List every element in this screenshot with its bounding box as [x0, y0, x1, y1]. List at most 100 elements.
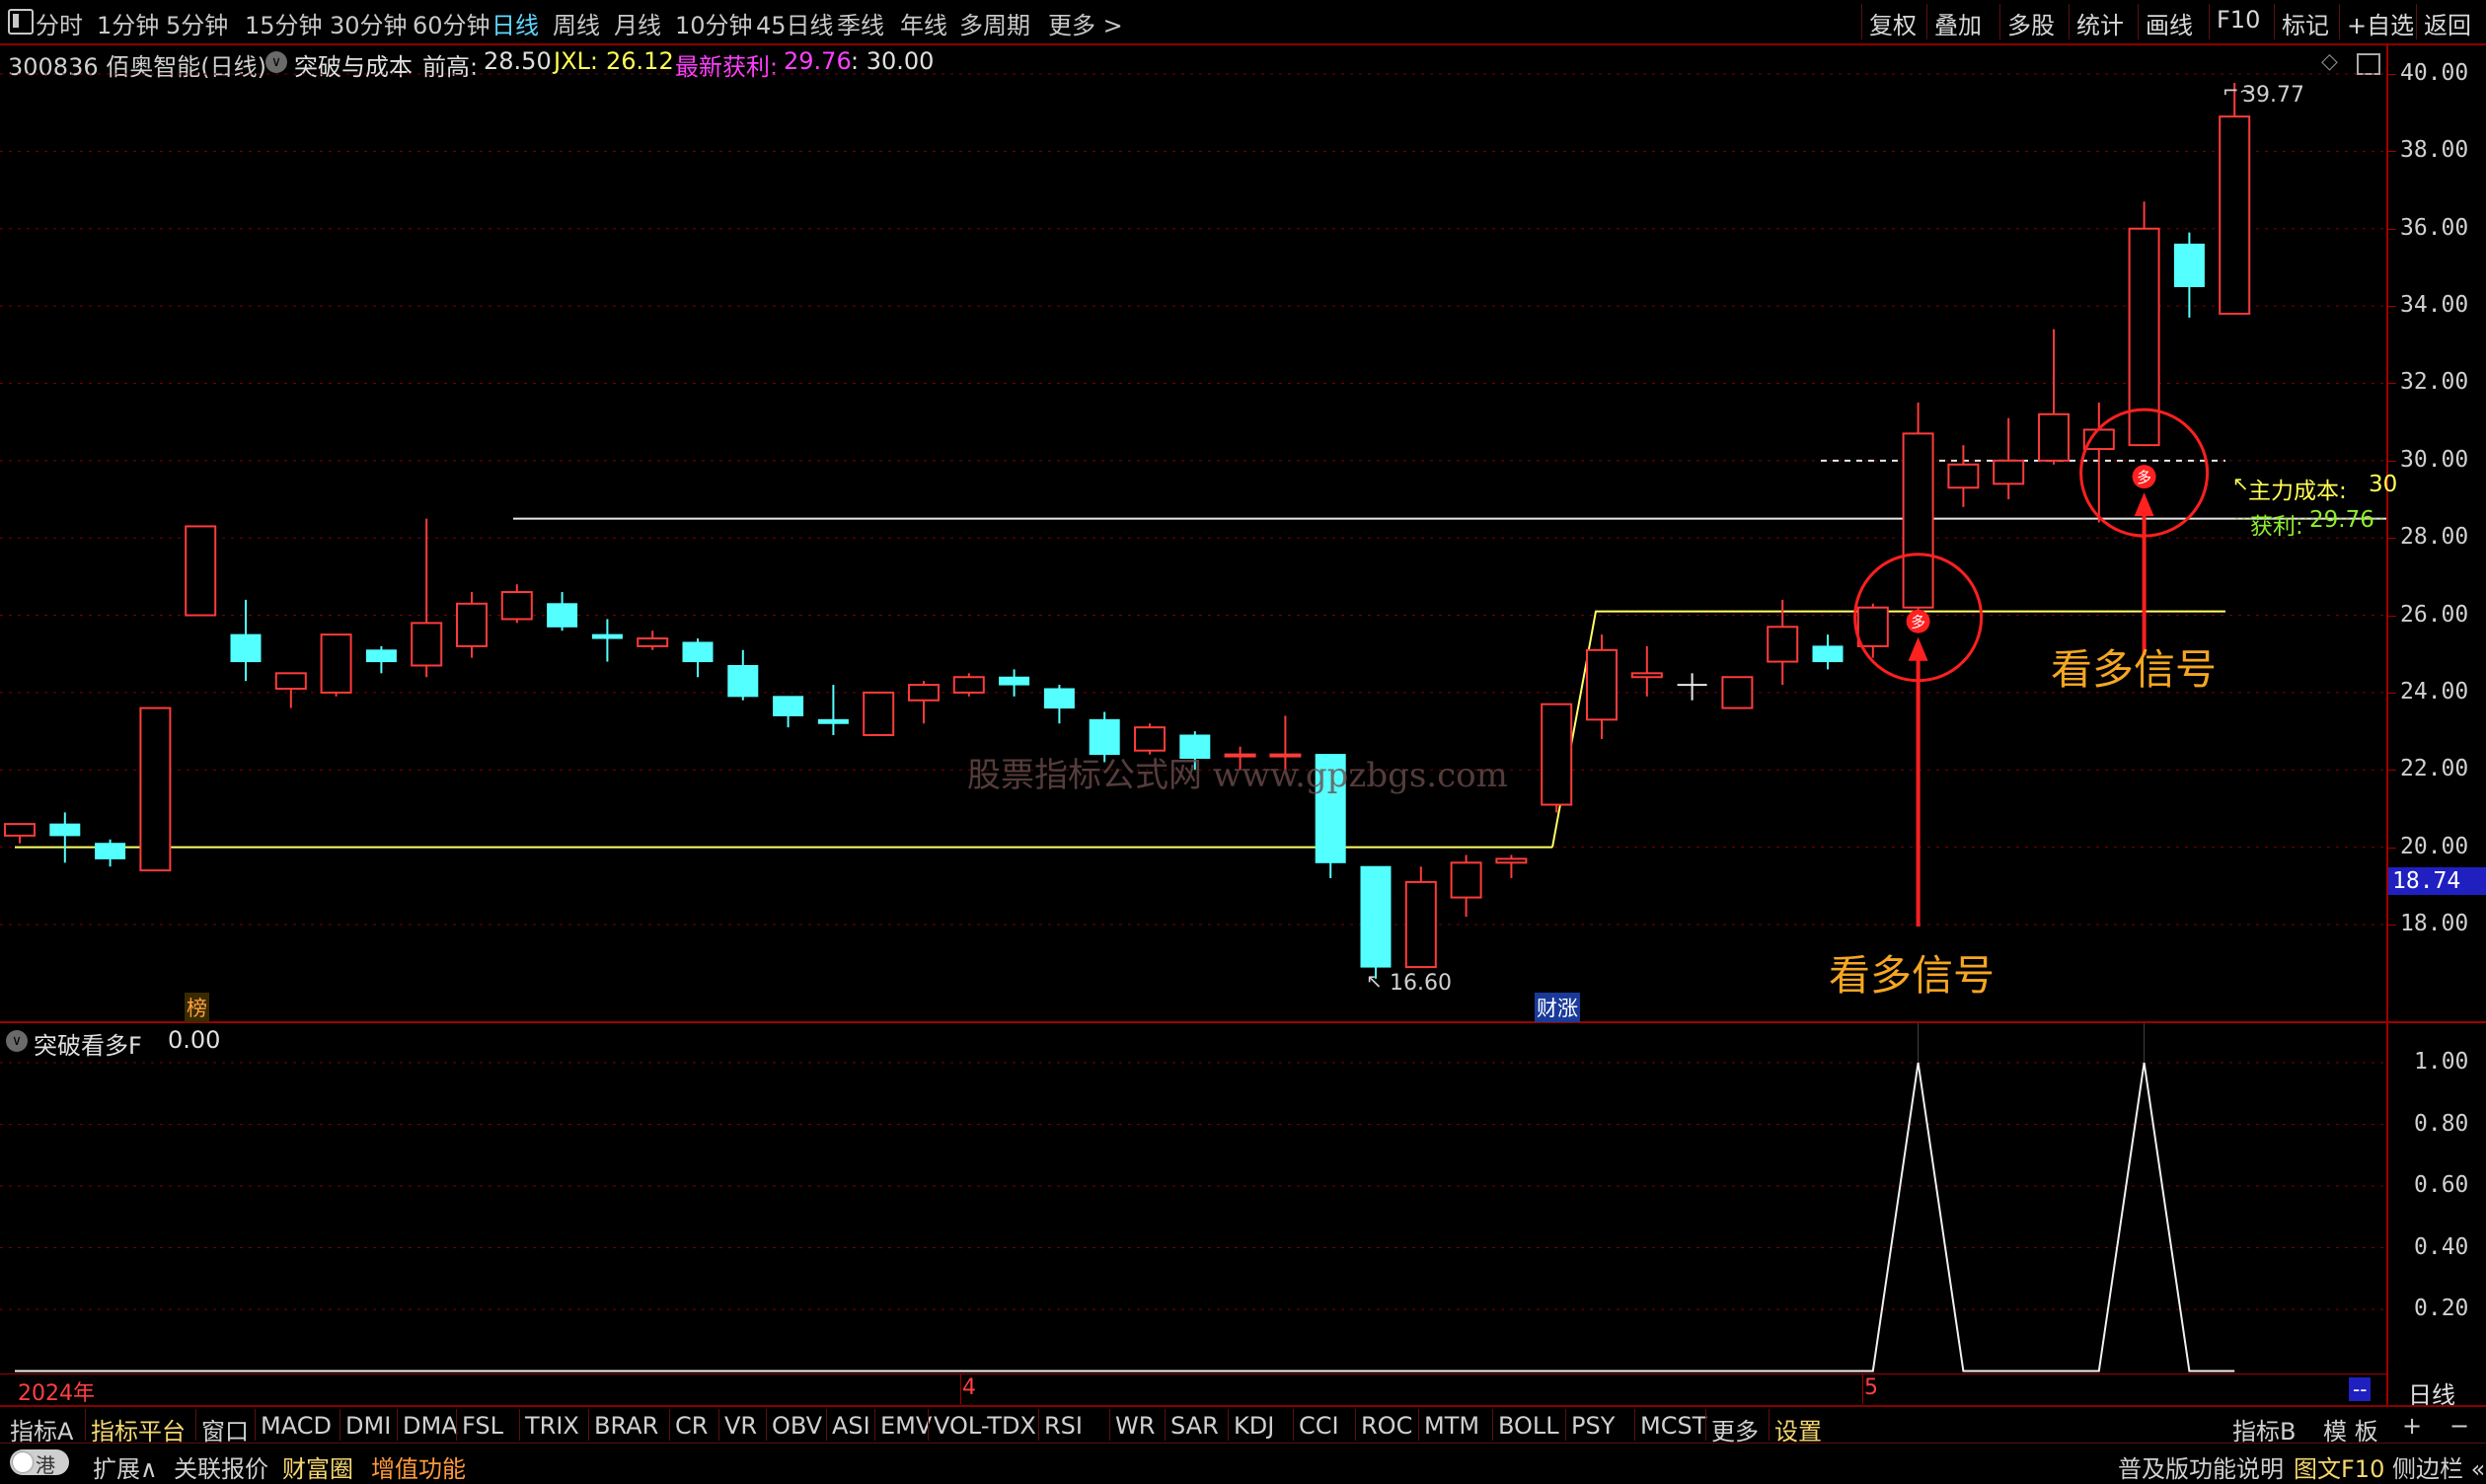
- candle[interactable]: [863, 691, 895, 737]
- period-tab-5[interactable]: 60分钟: [413, 6, 490, 40]
- candle[interactable]: [2219, 83, 2251, 315]
- indicator-tab-8[interactable]: BRAR: [594, 1412, 658, 1440]
- candle[interactable]: [456, 592, 488, 658]
- candle[interactable]: [1404, 866, 1437, 969]
- toolbar-button-5[interactable]: F10: [2217, 6, 2260, 34]
- candle[interactable]: [1812, 634, 1844, 670]
- ext-item-0[interactable]: 扩展∧: [93, 1449, 158, 1484]
- candle[interactable]: [185, 525, 217, 617]
- candle[interactable]: [274, 672, 307, 708]
- ext-right-0[interactable]: 普及版功能说明: [2118, 1449, 2284, 1484]
- period-tab-2[interactable]: 5分钟: [166, 6, 228, 40]
- candle[interactable]: [637, 631, 669, 650]
- candle[interactable]: [1630, 645, 1663, 697]
- period-tab-13[interactable]: 多周期: [959, 6, 1030, 40]
- candle[interactable]: [1586, 634, 1618, 739]
- indicator-tab-7[interactable]: TRIX: [525, 1412, 579, 1440]
- candle[interactable]: [2038, 329, 2070, 465]
- candle[interactable]: [591, 619, 623, 662]
- toolbar-button-8[interactable]: 返回: [2424, 6, 2471, 40]
- candle[interactable]: [365, 645, 397, 674]
- indicator-tab-6[interactable]: FSL: [462, 1412, 503, 1440]
- indicator-tab-22[interactable]: BOLL: [1498, 1412, 1559, 1440]
- toolbar-button-0[interactable]: 复权: [1869, 6, 1917, 40]
- period-tab-7[interactable]: 周线: [553, 6, 600, 40]
- ext-item-1[interactable]: 关联报价: [174, 1449, 268, 1484]
- candle[interactable]: [4, 823, 36, 844]
- toolbar-button-3[interactable]: 统计: [2076, 6, 2124, 40]
- indicator-tab-9[interactable]: CR: [675, 1412, 708, 1440]
- indicator-tab-25[interactable]: 更多: [1711, 1412, 1759, 1447]
- toggle-switch[interactable]: 港: [10, 1449, 69, 1477]
- candle[interactable]: [1902, 403, 1934, 620]
- caizhang-tag[interactable]: 财涨: [1535, 993, 1580, 1022]
- candle[interactable]: [1360, 865, 1392, 979]
- period-tab-0[interactable]: 分时: [36, 6, 83, 40]
- candle[interactable]: [95, 839, 126, 867]
- indicator-tab-19[interactable]: CCI: [1299, 1412, 1339, 1440]
- period-tab-11[interactable]: 季线: [837, 6, 884, 40]
- candle[interactable]: [1993, 417, 2025, 499]
- toolbar-button-1[interactable]: 叠加: [1934, 6, 1982, 40]
- candle[interactable]: [2173, 232, 2205, 318]
- toolbar-button-7[interactable]: +自选: [2347, 6, 2414, 40]
- candle[interactable]: [1450, 854, 1482, 918]
- candle[interactable]: [139, 706, 172, 872]
- toolbar-button-2[interactable]: 多股: [2007, 6, 2055, 40]
- period-tab-6[interactable]: 日线: [491, 6, 539, 40]
- candle[interactable]: [1043, 685, 1075, 724]
- indicator-tab-3[interactable]: MACD: [261, 1412, 332, 1440]
- indicator-right-1[interactable]: 模 板: [2323, 1412, 2378, 1447]
- candle[interactable]: [952, 673, 985, 697]
- indicator-tab-11[interactable]: OBV: [772, 1412, 822, 1440]
- indicator-tab-14[interactable]: VOL-TDX: [934, 1412, 1036, 1440]
- indicator-tab-20[interactable]: ROC: [1361, 1412, 1412, 1440]
- candle[interactable]: [773, 696, 804, 728]
- indicator-tab-21[interactable]: MTM: [1424, 1412, 1479, 1440]
- bang-tag[interactable]: 榜: [185, 993, 209, 1022]
- candle[interactable]: [1767, 599, 1799, 686]
- candle[interactable]: [320, 633, 352, 697]
- candle[interactable]: [817, 685, 849, 736]
- indicator-right-2[interactable]: +: [2402, 1412, 2422, 1440]
- indicator-tab-18[interactable]: KDJ: [1234, 1412, 1274, 1440]
- candle[interactable]: [727, 649, 759, 701]
- period-tab-12[interactable]: 年线: [900, 6, 947, 40]
- indicator-tab-0[interactable]: 指标A: [10, 1412, 73, 1447]
- candle[interactable]: [1947, 445, 1980, 507]
- candle[interactable]: [1495, 854, 1528, 878]
- period-tab-8[interactable]: 月线: [614, 6, 661, 40]
- candle[interactable]: [1541, 703, 1573, 813]
- indicator-tab-17[interactable]: SAR: [1170, 1412, 1219, 1440]
- indicator-tab-24[interactable]: MCST: [1640, 1412, 1706, 1440]
- indicator-tab-10[interactable]: VR: [724, 1412, 757, 1440]
- indicator-tab-4[interactable]: DMI: [345, 1412, 391, 1440]
- period-tab-14[interactable]: 更多 >: [1048, 6, 1123, 40]
- indicator-tab-15[interactable]: RSI: [1044, 1412, 1083, 1440]
- indicator-tab-5[interactable]: DMA: [403, 1412, 458, 1440]
- candle[interactable]: [49, 812, 81, 863]
- ext-right-2[interactable]: 侧边栏 «: [2392, 1449, 2485, 1484]
- period-tab-1[interactable]: 1分钟: [97, 6, 159, 40]
- candle[interactable]: [1721, 676, 1754, 709]
- indicator-right-0[interactable]: 指标B: [2232, 1412, 2296, 1447]
- candle[interactable]: [682, 638, 714, 678]
- indicator-tab-1[interactable]: 指标平台: [91, 1412, 186, 1447]
- candle[interactable]: [500, 584, 533, 624]
- candlestick-chart[interactable]: 多多: [0, 43, 2386, 1021]
- time-axis-arrow[interactable]: --: [2349, 1377, 2372, 1401]
- ext-item-2[interactable]: 财富圈: [282, 1449, 353, 1484]
- period-tab-3[interactable]: 15分钟: [245, 6, 323, 40]
- sub-indicator-chart[interactable]: [0, 1023, 2386, 1373]
- toolbar-button-6[interactable]: 标记: [2282, 6, 2329, 40]
- window-menu-icon[interactable]: [8, 9, 34, 35]
- candle[interactable]: [1677, 673, 1707, 701]
- toolbar-button-4[interactable]: 画线: [2146, 6, 2193, 40]
- indicator-tab-13[interactable]: EMV: [880, 1412, 932, 1440]
- indicator-tab-16[interactable]: WR: [1115, 1412, 1155, 1440]
- indicator-tab-23[interactable]: PSY: [1571, 1412, 1615, 1440]
- candle[interactable]: [230, 599, 262, 682]
- indicator-tab-26[interactable]: 设置: [1774, 1412, 1822, 1447]
- indicator-tab-12[interactable]: ASI: [832, 1412, 870, 1440]
- candle[interactable]: [908, 681, 940, 724]
